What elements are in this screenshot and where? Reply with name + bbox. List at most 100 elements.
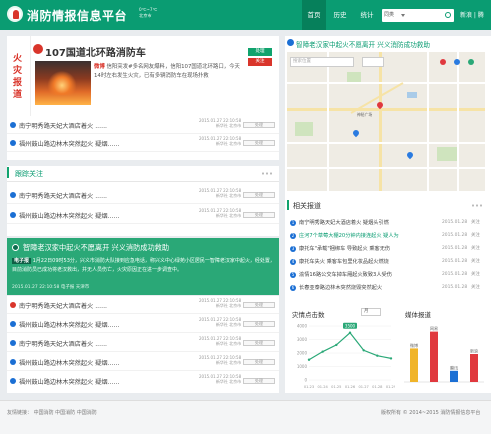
map-search-input[interactable]: 搜索位置 [290,57,354,67]
doc-icon [10,122,16,128]
related-item[interactable]: 3 康托车"承载"捆绑车 导致起火 乘客无伤 2015.01.28 关注 [290,243,486,256]
bottom-list: 南宁明秀路天妃大酒店着火 ...... 2015.01.27 22:10:58 新… [7,296,279,393]
related-item[interactable]: 6 长春亚泰路边林木突然烧毁突然起火 2015.01.28 关注 [290,282,486,295]
city: 北京市 [139,13,152,18]
friend-links[interactable]: 友情链接： 中国消防 中国消防 中国消防 [7,409,97,416]
process-button[interactable]: 处理 [243,122,275,128]
related-item[interactable]: 2 庄河7个草莓大棚20分钟内接连起火 疑人为 2015.01.28 关注 [290,230,486,243]
more-icon[interactable] [261,172,273,175]
related-item[interactable]: 5 渝情16路公交车掉车厢起火致致3人受伤 2015.01.28 关注 [290,269,486,282]
list-item[interactable]: 福州鼓山路边林木突然起火 疑烟...... 2015.01.27 22:10:5… [7,206,279,224]
map-label: 神秘广场 [357,112,373,117]
top-header: 消防情报信息平台 0℃~7℃ 北京市 首页 历史 统计 同类 新浪 | 腾 [0,0,491,30]
data-point [307,358,311,361]
list-item[interactable]: 南宁明秀路天妃大酒店着火 ...... 2015.01.27 22:10:58 新… [7,296,279,314]
y-tick-label: 2000 [297,351,308,356]
y-tick-label: 0 [304,378,307,383]
follow-button[interactable]: 关注 [248,58,272,66]
search-box[interactable]: 同类 [382,9,454,22]
nav-history[interactable]: 历史 [327,0,353,30]
road [457,52,459,191]
weather-widget: 0℃~7℃ 北京市 [139,7,157,19]
list-item[interactable]: 福州鼓山路边林木突然起火 疑烟...... 2015.01.27 22:10:5… [7,315,279,333]
related-item[interactable]: 4 康托车失火 乘客车包里化妆品起火燃烧 2015.01.28 关注 [290,256,486,269]
alert-icon [33,44,43,54]
fire-marker-icon[interactable] [440,59,446,65]
park-area [437,147,459,161]
highlight-meta: 2015.01.27 22:10:58 电子报 天津市 [12,285,90,290]
y-tick-label: 1000 [297,364,308,369]
search-icon[interactable] [445,12,451,18]
x-tick-label: 01.25 [331,385,341,389]
process-button[interactable]: 处理 [243,302,275,308]
source-badge: 电子报 [12,258,32,264]
process-button[interactable]: 处理 [243,212,275,218]
x-tick-label: 01.29 [386,385,395,389]
related-item[interactable]: 1 南宁明秀路天妃大酒店着火 疑烟头引燃 2015.01.28 关注 [290,217,486,230]
period-select[interactable]: 月 [361,308,381,316]
click-line-chart: 4000300020001000001.23 01.24 01.25 01.26 01.… [297,322,395,389]
process-button[interactable]: 处理 [243,321,275,327]
station-marker-icon[interactable] [454,59,460,65]
data-point [389,357,393,360]
doc-icon [10,212,16,218]
process-button[interactable]: 处理 [243,192,275,198]
bar-label: 网易 [430,326,438,331]
x-tick-label: 01.27 [359,385,369,389]
process-button[interactable]: 处理 [248,48,272,56]
series-line [308,331,392,361]
bar-label: 腾讯 [450,364,458,370]
fire-photo[interactable] [35,61,91,105]
hydrant-marker-icon[interactable] [468,59,474,65]
data-point [321,350,324,353]
bar [410,348,418,382]
doc-icon [10,378,16,384]
x-tick-label: 01.26 [345,385,356,389]
bar-label: 微博 [410,342,418,348]
map-layer-button[interactable] [362,57,384,67]
road [427,52,429,191]
bar [470,354,478,382]
process-button[interactable]: 处理 [243,359,275,365]
doc-icon [10,192,16,198]
doc-icon [10,340,16,346]
copyright: 版权所有 © 2014~2015 消防情报信息平台 [381,410,481,416]
list-item[interactable]: 南宁明秀路天妃大酒店着火 ...... 2015.01.27 22:10:58 新… [7,334,279,352]
bar [430,331,438,382]
main-road [287,108,485,111]
highlight-story[interactable]: 智障老汉家中起火不愿离开 兴义消防成功救助 电子报 1月22日09时53分，兴义… [7,238,279,295]
y-tick-label: 3000 [297,337,308,342]
process-button[interactable]: 处理 [243,140,275,146]
footer: 友情链接： 中国消防 中国消防 中国消防 版权所有 © 2014~2015 消防… [0,400,491,434]
doc-icon [10,359,16,365]
location-pin-icon[interactable] [405,150,415,160]
list-item[interactable]: 南宁明秀路天妃大酒店着火 ...... 2015.01.27 22:10:58 新… [7,116,279,134]
list-item[interactable]: 南宁明秀路天妃大酒店着火 ...... 2015.01.27 22:10:58 新… [7,186,279,204]
process-button[interactable]: 处理 [243,340,275,346]
list-item[interactable]: 福州鼓山路边林木突然起火 疑烟...... 2015.01.27 22:10:5… [7,134,279,152]
chevron-down-icon [401,14,405,17]
nav-stats[interactable]: 统计 [354,0,380,30]
list-item[interactable]: 福州鼓山路边林木突然起火 疑烟...... 2015.01.27 22:10:5… [7,353,279,371]
park-area [347,72,361,82]
x-tick-label: 01.23 [304,385,314,389]
hot-story-title[interactable]: 107国道北环路消防车 [33,44,146,59]
more-icon[interactable] [471,204,483,207]
media-chart-title: 媒体报道 [405,311,431,319]
highlight-body: 电子报 1月22日09时53分，兴义市消防大队接到应急电话，称兴义中心绿苑小区居… [12,258,275,273]
park-area [295,122,313,136]
doc-icon [10,302,16,308]
search-type-select[interactable]: 同类 [384,11,406,20]
doc-icon [12,244,19,251]
nav-home[interactable]: 首页 [302,0,326,30]
peak-label: 3500 [345,323,356,328]
water-area [407,92,417,98]
bar [450,370,458,382]
process-button[interactable]: 处理 [243,378,275,384]
location-pin-icon[interactable] [351,128,361,138]
data-point [335,343,338,347]
list-item[interactable]: 福州鼓山路边林木突然起火 疑烟...... 2015.01.27 22:10:5… [7,372,279,390]
login-links[interactable]: 新浪 | 腾 [460,10,484,19]
location-map[interactable]: 神秘广场 [287,52,485,191]
data-point [348,331,352,334]
